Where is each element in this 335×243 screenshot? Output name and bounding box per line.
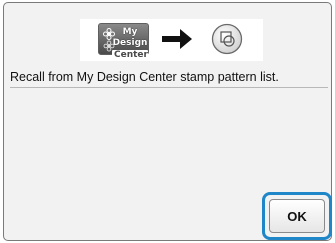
right-arrow-icon	[162, 29, 192, 49]
my-design-center-label-line1: My Design	[112, 27, 148, 48]
my-design-center-label-line2: Center	[112, 50, 148, 60]
screen-frame: My Design Center Recall from My Design C…	[0, 0, 335, 243]
my-design-center-icon-label: My Design Center	[112, 27, 148, 60]
dialog-message: Recall from My Design Center stamp patte…	[10, 70, 279, 84]
instruction-icon-strip: My Design Center	[80, 19, 263, 61]
my-design-center-icon: My Design Center	[98, 23, 149, 60]
message-divider	[10, 87, 328, 88]
ok-button[interactable]: OK	[269, 199, 325, 233]
stamp-pattern-icon	[211, 23, 243, 55]
